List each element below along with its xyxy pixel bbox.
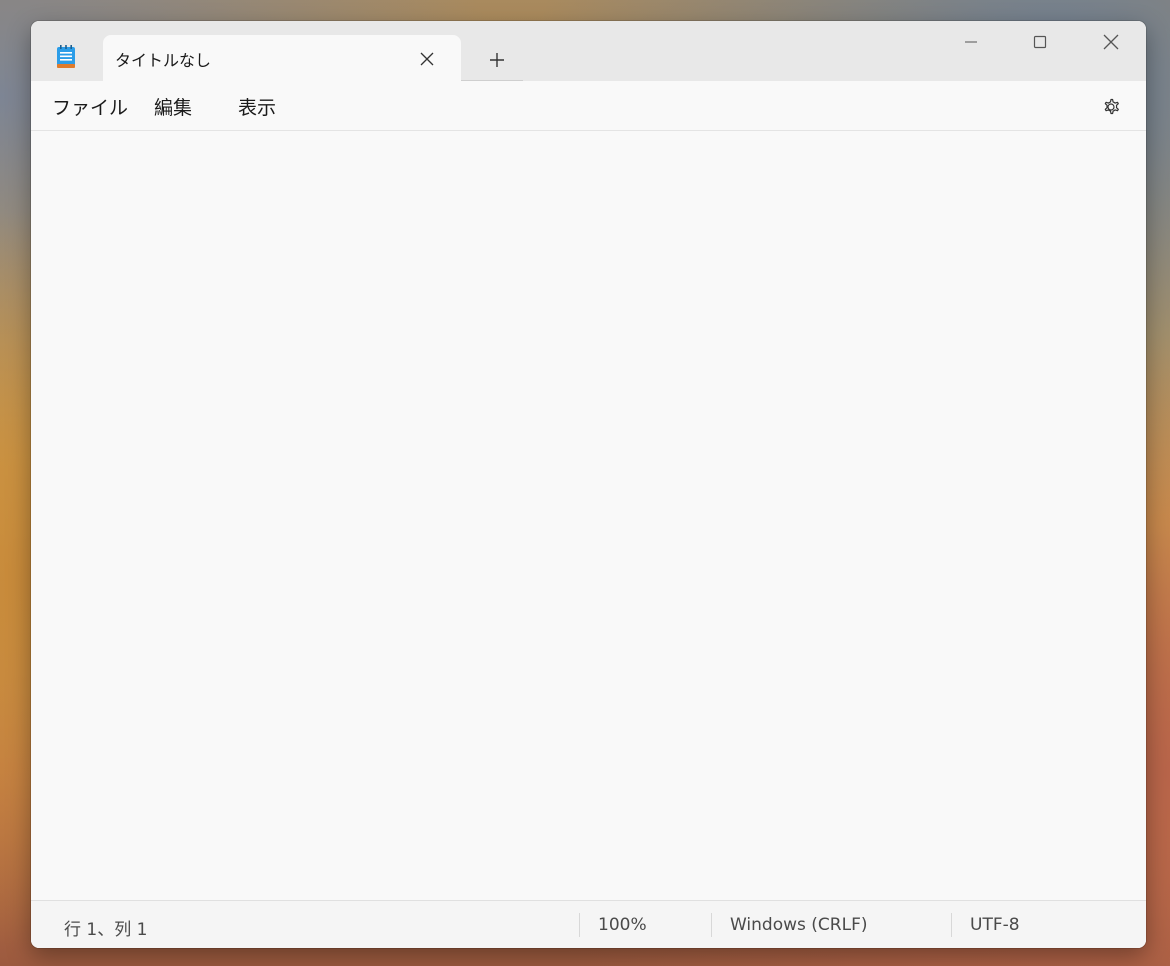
menu-file[interactable]: ファイル [52, 93, 128, 120]
minimize-icon [965, 41, 977, 43]
text-editor[interactable] [31, 131, 1146, 900]
maximize-icon [1033, 35, 1047, 49]
close-icon [1103, 34, 1119, 50]
settings-button[interactable] [1097, 93, 1125, 121]
notepad-icon [55, 44, 77, 70]
menu-bar: ファイル 編集 表示 [31, 81, 1146, 131]
status-divider [951, 913, 952, 937]
close-tab-icon[interactable] [415, 47, 439, 71]
tab-untitled[interactable]: タイトルなし [103, 35, 461, 81]
notepad-window: タイトルなし ファイル 編集 表示 行 1、列 1 100% Windows (… [31, 21, 1146, 948]
gear-icon [1104, 98, 1119, 115]
tab-title: タイトルなし [115, 51, 212, 70]
zoom-level[interactable]: 100% [598, 915, 647, 935]
title-bar: タイトルなし [31, 21, 1146, 81]
close-window-button[interactable] [1083, 29, 1139, 55]
status-divider [711, 913, 712, 937]
encoding[interactable]: UTF-8 [970, 915, 1020, 935]
status-bar: 行 1、列 1 100% Windows (CRLF) UTF-8 [31, 900, 1146, 948]
line-ending[interactable]: Windows (CRLF) [730, 915, 868, 935]
cursor-position: 行 1、列 1 [64, 920, 148, 940]
minimize-button[interactable] [943, 29, 999, 55]
new-tab-button[interactable] [479, 46, 515, 74]
maximize-button[interactable] [1012, 29, 1068, 55]
menu-view[interactable]: 表示 [238, 93, 276, 120]
status-divider [579, 913, 580, 937]
menu-edit[interactable]: 編集 [154, 93, 192, 120]
